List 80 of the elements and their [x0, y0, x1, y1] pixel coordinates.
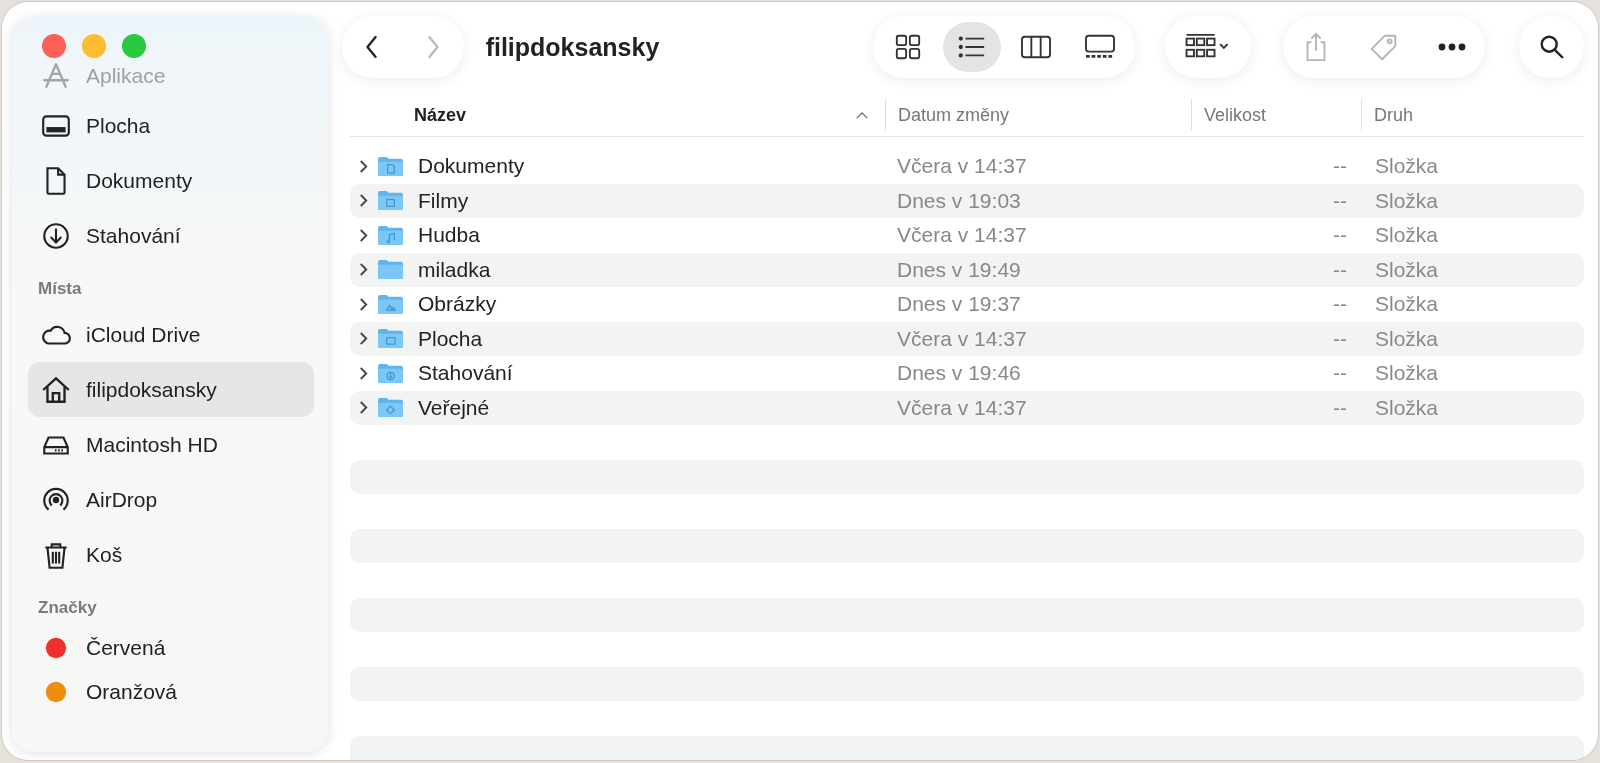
kind-cell-text: Složka	[1374, 361, 1440, 386]
date-cell-text: Dnes v 19:03	[896, 188, 1022, 213]
kind-cell-text: Složka	[1374, 395, 1440, 420]
tag-dot-icon	[44, 680, 68, 704]
gallery-view-icon	[1084, 33, 1117, 61]
date-cell-text: Včera v 14:37	[896, 326, 1028, 351]
file-row[interactable]: Plocha Včera v 14:37 -- Složka	[350, 321, 1584, 356]
file-name: Filmy	[418, 188, 469, 213]
folder-icon	[377, 224, 404, 246]
file-row[interactable]: miladka Dnes v 19:49 -- Složka	[350, 252, 1584, 287]
kind-cell-text: Složka	[1374, 257, 1440, 282]
size-cell-text: --	[1332, 257, 1348, 282]
sidebar-item[interactable]: Koš	[28, 527, 314, 582]
file-row[interactable]: Filmy Dnes v 19:03 -- Složka	[350, 183, 1584, 218]
folder-icon	[377, 293, 404, 315]
file-name: Hudba	[418, 223, 480, 248]
disclosure-chevron-icon[interactable]	[358, 158, 369, 174]
folder-icon	[377, 328, 404, 350]
disclosure-chevron-icon[interactable]	[358, 193, 369, 209]
disclosure-chevron-icon[interactable]	[358, 296, 369, 312]
sidebar-item[interactable]: Dokumenty	[28, 153, 314, 208]
sidebar-item[interactable]: Červená	[28, 626, 314, 670]
disclosure-chevron-icon[interactable]	[358, 365, 369, 381]
disclosure-chevron-icon[interactable]	[358, 400, 369, 416]
window-title: filipdoksansky	[485, 32, 661, 62]
date-cell-text: Dnes v 19:49	[896, 257, 1022, 282]
size-cell-text: --	[1332, 395, 1348, 420]
list-view-button[interactable]	[943, 22, 1002, 72]
file-row[interactable]: Dokumenty Včera v 14:37 -- Složka	[350, 149, 1584, 184]
sort-caret-icon	[855, 110, 869, 120]
size-cell-text: --	[1332, 223, 1348, 248]
kind-cell-text: Složka	[1374, 154, 1440, 179]
date-cell-text: Včera v 14:37	[896, 395, 1028, 420]
date-cell-text: Dnes v 19:37	[896, 292, 1022, 317]
folder-icon	[377, 190, 404, 212]
date-cell-text: Včera v 14:37	[896, 223, 1028, 248]
kind-cell-text: Složka	[1374, 188, 1440, 213]
column-header[interactable]: Datum změny	[885, 99, 1191, 131]
date-cell-text: Dnes v 19:46	[896, 361, 1022, 386]
file-name: miladka	[418, 257, 491, 282]
date-cell-text: Včera v 14:37	[896, 154, 1028, 179]
file-row[interactable]: Obrázky Dnes v 19:37 -- Složka	[350, 287, 1584, 322]
file-row[interactable]: Veřejné Včera v 14:37 -- Složka	[350, 390, 1584, 425]
file-row[interactable]: Hudba Včera v 14:37 -- Složka	[350, 218, 1584, 253]
file-name: Veřejné	[418, 395, 490, 420]
file-name: Plocha	[418, 326, 483, 351]
size-cell-text: --	[1332, 326, 1348, 351]
file-name: Dokumenty	[418, 154, 525, 179]
file-row[interactable]: Stahování Dnes v 19:46 -- Složka	[350, 356, 1584, 391]
size-cell-text: --	[1332, 154, 1348, 179]
kind-cell-text: Složka	[1374, 223, 1440, 248]
sidebar-item[interactable]: AirDrop	[28, 472, 314, 527]
size-cell-text: --	[1332, 292, 1348, 317]
sidebar-item[interactable]: Stahování	[28, 208, 314, 263]
sidebar-item[interactable]: Oranžová	[28, 670, 314, 714]
column-header[interactable]: Název	[350, 94, 885, 136]
sidebar-item[interactable]: Macintosh HD	[28, 417, 314, 472]
close-button[interactable]	[42, 34, 66, 58]
disclosure-chevron-icon[interactable]	[358, 262, 369, 278]
disclosure-chevron-icon[interactable]	[358, 227, 369, 243]
folder-icon	[377, 362, 404, 384]
tag-dot-icon	[44, 636, 68, 660]
folder-icon	[377, 397, 404, 419]
size-cell-text: --	[1332, 361, 1348, 386]
sidebar-item[interactable]: iCloud Drive	[28, 307, 314, 362]
section-heading: Značky	[37, 597, 98, 619]
columns-view-icon	[1020, 33, 1053, 61]
sidebar-item[interactable]: filipdoksansky	[28, 362, 314, 417]
folder-icon	[377, 259, 404, 281]
kind-cell-text: Složka	[1374, 326, 1440, 351]
kind-cell-text: Složka	[1374, 292, 1440, 317]
column-header[interactable]: Druh	[1361, 99, 1584, 131]
section-heading: Místa	[37, 278, 83, 300]
disclosure-chevron-icon[interactable]	[358, 331, 369, 347]
file-name: Obrázky	[418, 292, 497, 317]
folder-icon	[377, 155, 404, 177]
size-cell-text: --	[1332, 188, 1348, 213]
file-name: Stahování	[418, 361, 513, 386]
column-header[interactable]: Velikost	[1191, 99, 1361, 131]
sidebar-item[interactable]: Plocha	[28, 98, 314, 153]
